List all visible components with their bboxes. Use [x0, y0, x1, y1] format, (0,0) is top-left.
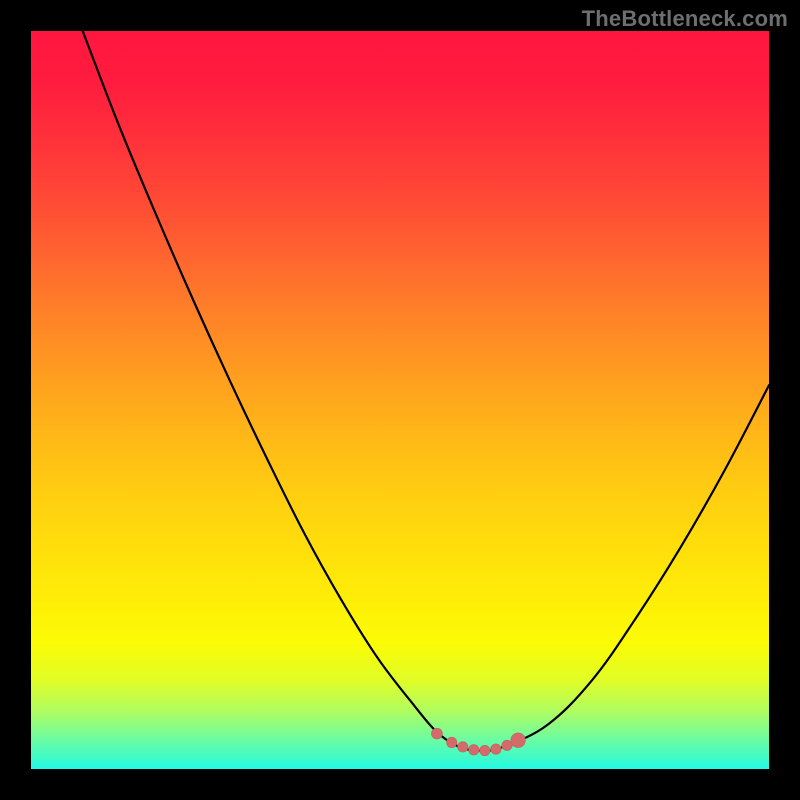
trough-marker-dot — [511, 733, 526, 748]
trough-marker-dot — [469, 745, 479, 755]
trough-markers — [431, 728, 525, 756]
trough-marker-dot — [480, 745, 490, 755]
trough-marker-dot — [502, 740, 512, 750]
plot-canvas — [31, 31, 769, 769]
plot-frame — [31, 31, 769, 769]
trough-marker-dot — [431, 728, 442, 739]
bottleneck-curve — [83, 31, 769, 751]
trough-marker-dot — [491, 744, 501, 754]
watermark-text: TheBottleneck.com — [582, 6, 788, 32]
trough-marker-dot — [458, 742, 468, 752]
trough-marker-dot — [446, 737, 456, 747]
